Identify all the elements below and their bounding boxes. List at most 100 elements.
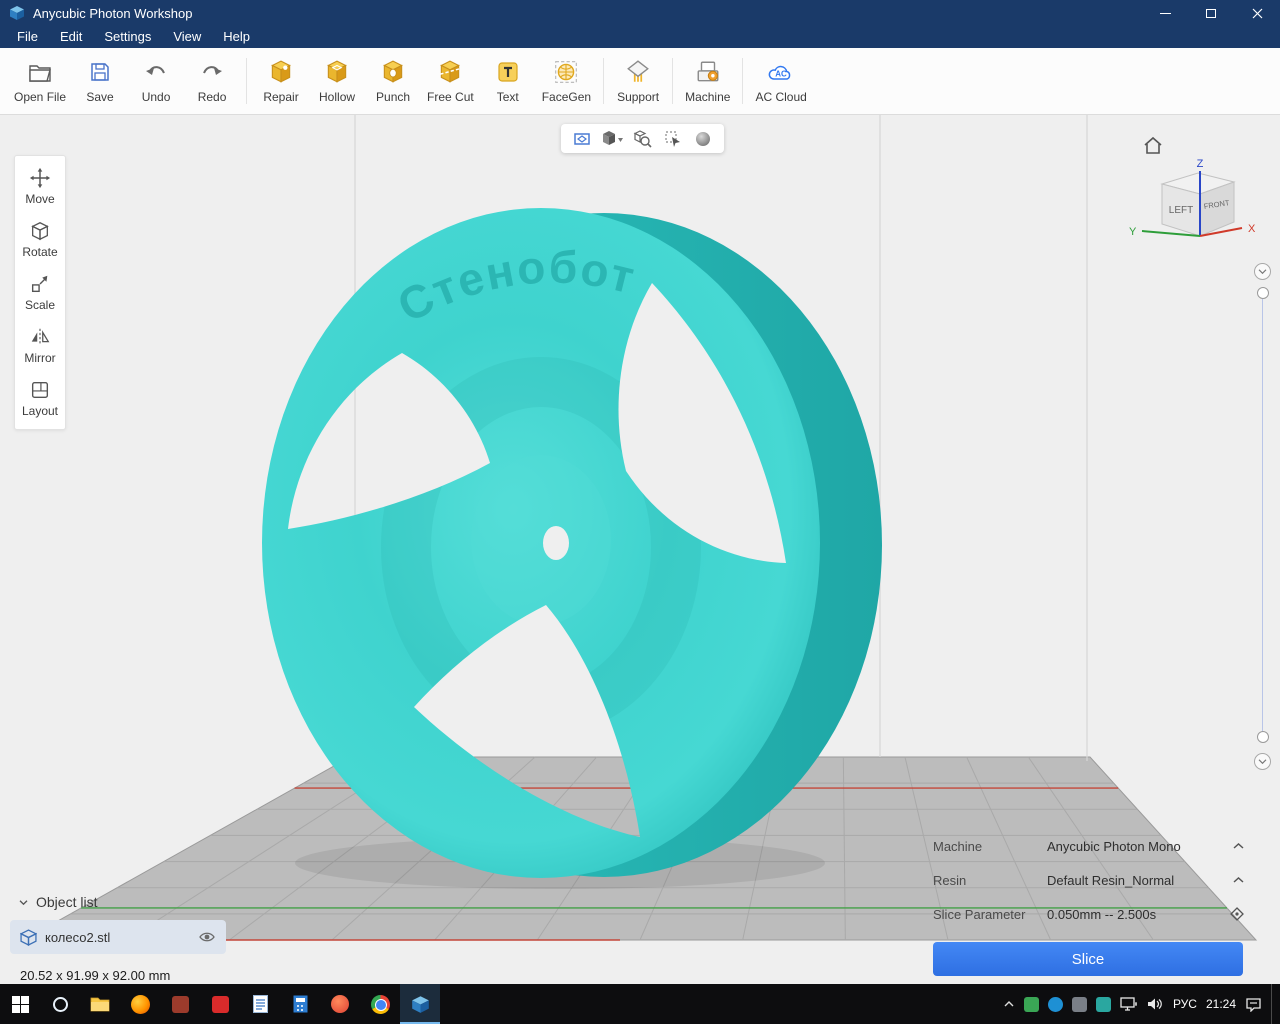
- toolbar-separator: [603, 58, 604, 104]
- window-title: Anycubic Photon Workshop: [33, 6, 1142, 21]
- app-icon-5[interactable]: [240, 984, 280, 1024]
- taskbar-clock[interactable]: 21:24: [1206, 997, 1236, 1011]
- repair-icon: [268, 58, 294, 86]
- move-icon: [29, 167, 51, 189]
- render-sphere-icon[interactable]: [691, 127, 715, 151]
- main-toolbar: Open File Save Undo Redo Repair Hollow: [0, 48, 1280, 115]
- ac-cloud-button[interactable]: AC AC Cloud: [749, 51, 812, 111]
- menu-help[interactable]: Help: [212, 26, 261, 48]
- tool-label: Layout: [22, 404, 58, 418]
- model-wheel[interactable]: Стенобот: [262, 208, 882, 878]
- action-center-icon[interactable]: [1245, 997, 1262, 1012]
- hollow-button[interactable]: Hollow: [309, 51, 365, 111]
- tool-scale[interactable]: Scale: [15, 266, 65, 319]
- minimize-button[interactable]: [1142, 0, 1188, 26]
- punch-icon: [380, 58, 406, 86]
- chrome-icon[interactable]: [360, 984, 400, 1024]
- search-button[interactable]: [40, 984, 80, 1024]
- app-icon-7[interactable]: [320, 984, 360, 1024]
- slice-button[interactable]: Slice: [933, 942, 1243, 976]
- firefox-icon[interactable]: [120, 984, 160, 1024]
- machine-button[interactable]: Machine: [679, 51, 736, 111]
- view-cube[interactable]: LEFT FRONT Z X Y: [1120, 157, 1265, 257]
- object-list-header[interactable]: Object list: [18, 894, 97, 910]
- tool-move[interactable]: Move: [15, 160, 65, 213]
- menu-settings[interactable]: Settings: [93, 26, 162, 48]
- tool-layout[interactable]: Layout: [15, 372, 65, 425]
- rotate-icon: [29, 220, 51, 242]
- tray-expand-icon[interactable]: [1003, 1000, 1015, 1008]
- visibility-eye-icon[interactable]: [198, 930, 216, 944]
- file-explorer-icon[interactable]: [80, 984, 120, 1024]
- undo-button[interactable]: Undo: [128, 51, 184, 111]
- support-icon: [625, 58, 651, 86]
- close-button[interactable]: [1234, 0, 1280, 26]
- svg-text:AC: AC: [775, 70, 787, 79]
- network-icon[interactable]: [1120, 997, 1138, 1012]
- tool-mirror[interactable]: Mirror: [15, 319, 65, 372]
- facegen-button[interactable]: FaceGen: [536, 51, 597, 111]
- tray-app-icon-3[interactable]: [1072, 997, 1087, 1012]
- layer-slider-track[interactable]: [1262, 299, 1263, 737]
- toolbar-separator: [246, 58, 247, 104]
- save-button[interactable]: Save: [72, 51, 128, 111]
- punch-button[interactable]: Punch: [365, 51, 421, 111]
- tool-label: Scale: [25, 298, 55, 312]
- slider-collapse-top-button[interactable]: [1254, 263, 1271, 280]
- print-settings-panel: Machine Anycubic Photon Mono Resin Defau…: [933, 829, 1245, 976]
- app-icon-6[interactable]: [280, 984, 320, 1024]
- menu-view[interactable]: View: [162, 26, 212, 48]
- inspect-view-icon[interactable]: [630, 127, 654, 151]
- photon-workshop-taskbar-icon[interactable]: [400, 984, 440, 1024]
- model-view-icon[interactable]: [600, 127, 624, 151]
- photon-workshop-cube-icon: [411, 995, 430, 1014]
- slider-collapse-bottom-button[interactable]: [1254, 753, 1271, 770]
- slice-parameter-edit-icon[interactable]: [1223, 906, 1245, 922]
- scale-icon: [29, 273, 51, 295]
- free-cut-button[interactable]: Free Cut: [421, 51, 480, 111]
- model-file-icon: [20, 929, 37, 946]
- toolbar-label: Machine: [685, 90, 730, 104]
- hollow-icon: [324, 58, 350, 86]
- free-cut-icon: [437, 58, 463, 86]
- maximize-button[interactable]: [1188, 0, 1234, 26]
- axis-z-label: Z: [1197, 158, 1204, 170]
- machine-setting-row[interactable]: Machine Anycubic Photon Mono: [933, 829, 1245, 863]
- open-file-button[interactable]: Open File: [8, 51, 72, 111]
- app-logo-icon: [9, 5, 25, 21]
- volume-icon[interactable]: [1147, 997, 1164, 1011]
- menu-edit[interactable]: Edit: [49, 26, 93, 48]
- select-cursor-icon[interactable]: [661, 127, 685, 151]
- tray-app-icon-4[interactable]: [1096, 997, 1111, 1012]
- language-indicator[interactable]: РУС: [1173, 997, 1197, 1011]
- support-button[interactable]: Support: [610, 51, 666, 111]
- tray-app-icon-1[interactable]: [1024, 997, 1039, 1012]
- view-cube-left-label: LEFT: [1169, 205, 1193, 216]
- repair-button[interactable]: Repair: [253, 51, 309, 111]
- toolbar-label: Open File: [14, 90, 66, 104]
- plate-view-icon[interactable]: [570, 127, 594, 151]
- app-icon-3[interactable]: [160, 984, 200, 1024]
- object-list-item[interactable]: колесо2.stl: [10, 920, 226, 954]
- windows-logo-icon: [12, 996, 29, 1013]
- resin-setting-row[interactable]: Resin Default Resin_Normal: [933, 863, 1245, 897]
- app-icon-4[interactable]: [200, 984, 240, 1024]
- chevron-up-icon[interactable]: [1223, 876, 1245, 884]
- layer-slider-lower-knob[interactable]: [1257, 731, 1269, 743]
- slice-parameter-row[interactable]: Slice Parameter 0.050mm -- 2.500s: [933, 897, 1245, 931]
- save-icon: [88, 58, 112, 86]
- menu-file[interactable]: File: [6, 26, 49, 48]
- show-desktop-button[interactable]: [1271, 984, 1276, 1024]
- redo-icon: [200, 58, 224, 86]
- start-button[interactable]: [0, 984, 40, 1024]
- tray-app-icon-2[interactable]: [1048, 997, 1063, 1012]
- layer-slider-upper-knob[interactable]: [1257, 287, 1269, 299]
- chevron-up-icon[interactable]: [1223, 842, 1245, 850]
- viewport-canvas[interactable]: Стенобот Move Rotate Scale Mirror Layout: [0, 115, 1280, 984]
- facegen-icon: [553, 58, 579, 86]
- tool-rotate[interactable]: Rotate: [15, 213, 65, 266]
- text-button[interactable]: Text: [480, 51, 536, 111]
- toolbar-label: FaceGen: [542, 90, 591, 104]
- redo-button[interactable]: Redo: [184, 51, 240, 111]
- home-view-button[interactable]: [1142, 135, 1164, 157]
